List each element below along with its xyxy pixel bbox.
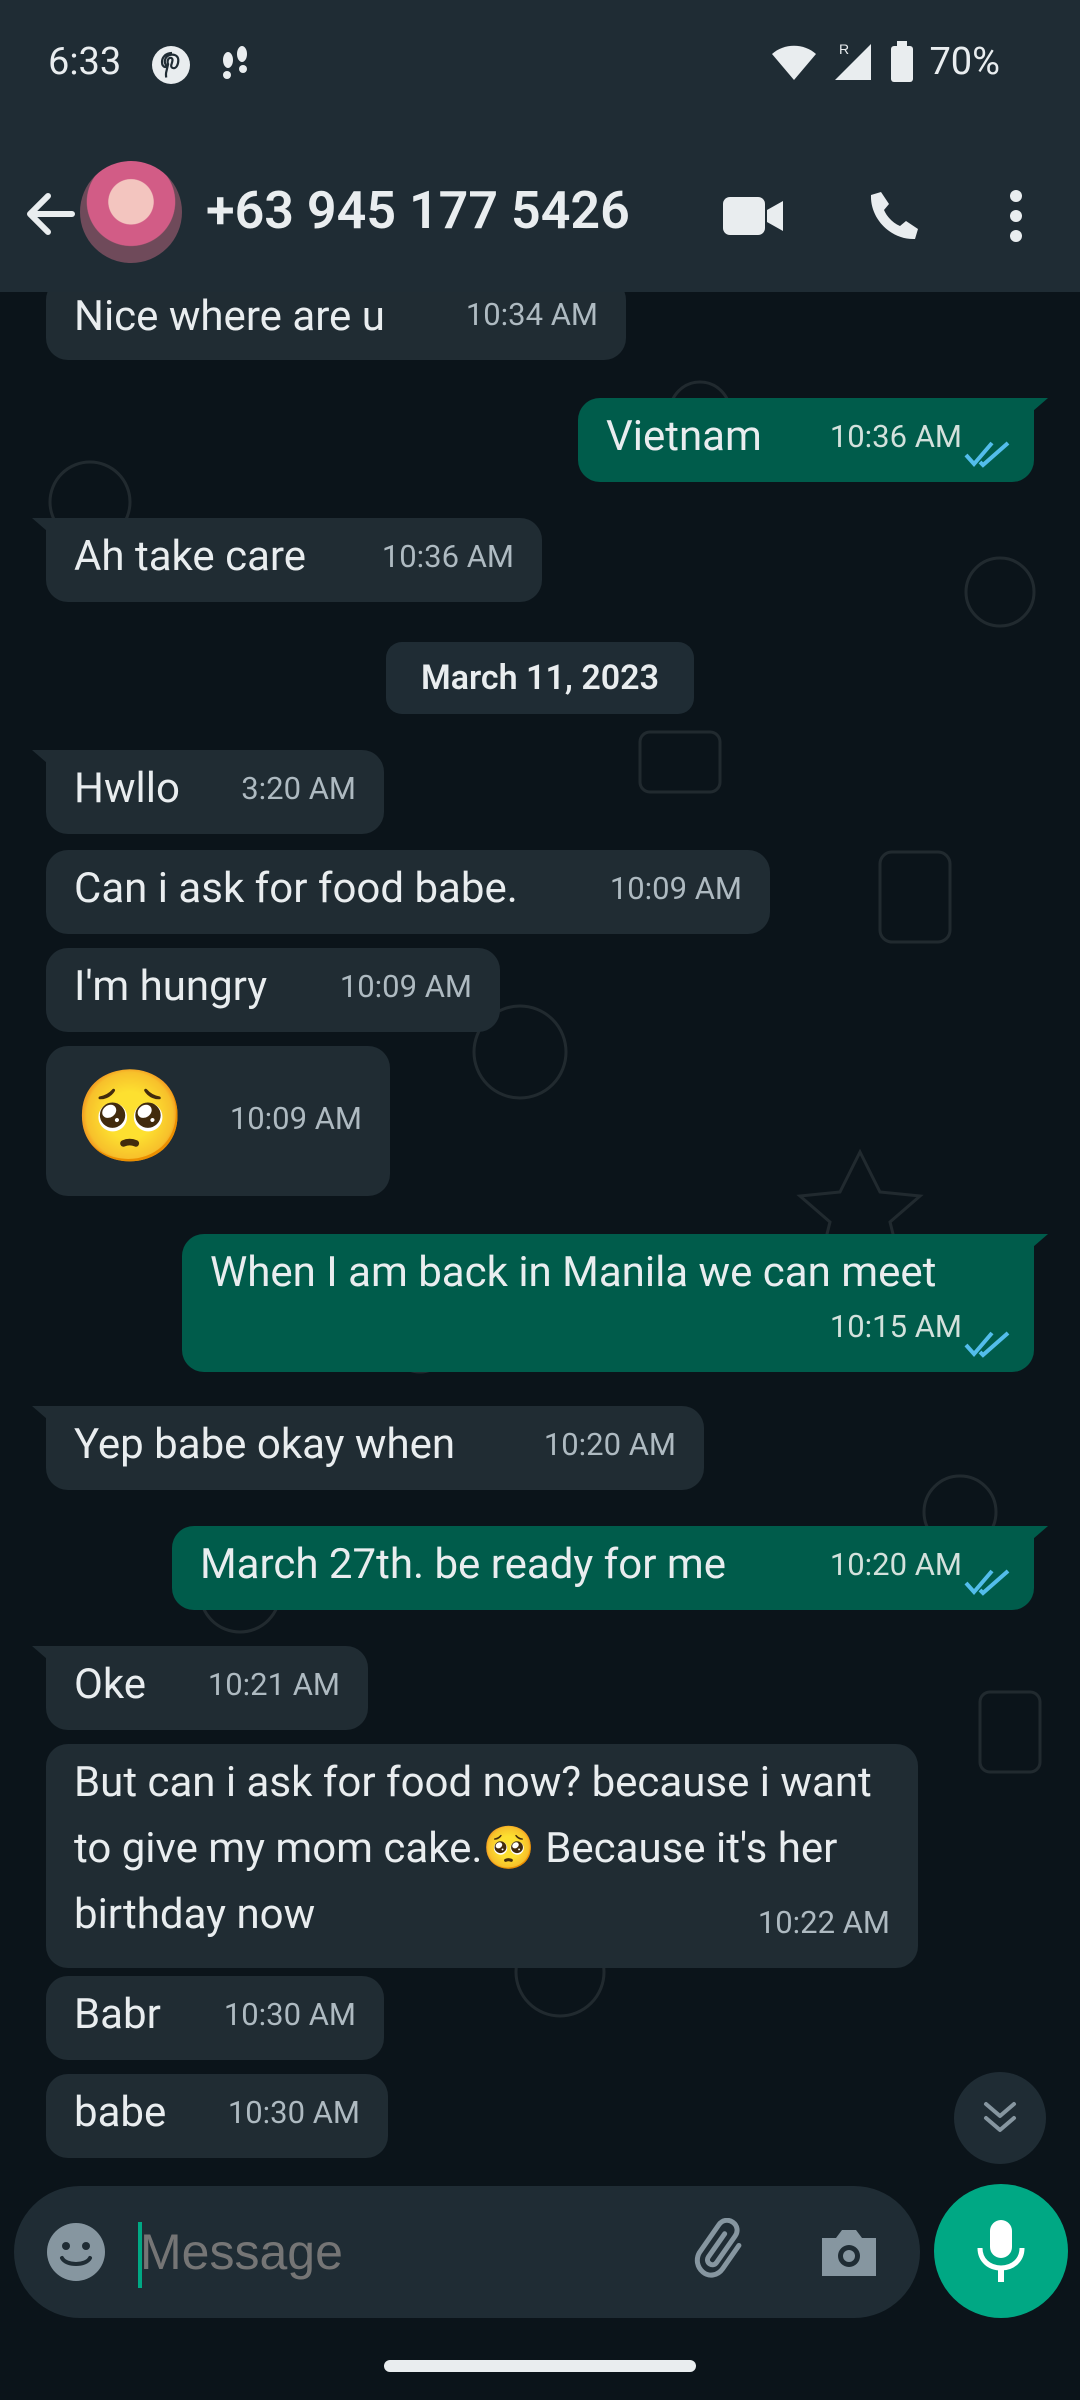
emoji-icon — [47, 2223, 105, 2281]
message-text: Yep babe okay when — [74, 1420, 456, 1469]
bubble-tail — [32, 1646, 62, 1672]
back-arrow-icon — [27, 193, 75, 235]
more-vert-icon — [1010, 190, 1022, 242]
date-separator: March 11, 2023 — [386, 642, 694, 714]
message-time: 10:09 AM — [609, 870, 742, 907]
message-incoming[interactable]: Can i ask for food babe. 10:09 AM — [46, 850, 770, 934]
notification-icons — [150, 44, 256, 86]
message-text: Hwllo — [74, 764, 180, 813]
message-text: Ah take care — [74, 532, 307, 581]
mic-icon — [977, 2220, 1025, 2282]
chat-header: +63 945 177 5426 — [0, 140, 1080, 292]
message-time: 10:21 AM — [207, 1666, 340, 1703]
voice-call-button[interactable] — [862, 184, 926, 248]
message-time: 10:09 AM — [339, 968, 472, 1005]
chat-area[interactable]: Nice where are u 10:34 AM Vietnam 10:36 … — [0, 292, 1080, 2177]
bubble-tail — [32, 1406, 62, 1432]
scroll-to-bottom-button[interactable] — [954, 2072, 1046, 2164]
message-text: March 27th. be ready for me — [200, 1540, 726, 1589]
message-text: When I am back in Manila we can meet — [210, 1248, 937, 1297]
double-chevron-down-icon — [984, 2102, 1016, 2132]
message-incoming[interactable]: babe 10:30 AM — [46, 2074, 388, 2158]
battery-percent: 70% — [929, 40, 1000, 84]
video-call-icon — [723, 197, 783, 235]
message-time: 10:09 AM — [229, 1100, 362, 1137]
message-input[interactable] — [140, 2212, 660, 2292]
message-time: 3:20 AM — [241, 770, 356, 807]
message-emoji: 🥺 — [74, 1064, 187, 1169]
contact-avatar[interactable] — [80, 161, 182, 263]
read-ticks-icon — [964, 1331, 1010, 1358]
message-time: 10:30 AM — [223, 1996, 356, 2033]
message-text: babe — [74, 2088, 167, 2137]
message-composer — [14, 2186, 920, 2318]
message-incoming[interactable]: Ah take care 10:36 AM — [32, 518, 542, 602]
camera-button[interactable] — [814, 2218, 884, 2288]
footprints-icon — [223, 46, 247, 79]
back-button[interactable] — [22, 186, 78, 242]
status-time: 6:33 — [48, 40, 122, 84]
attach-button[interactable] — [690, 2217, 760, 2288]
message-text: I'm hungry — [74, 962, 268, 1011]
voice-message-button[interactable] — [934, 2184, 1068, 2318]
read-ticks-icon — [964, 441, 1010, 468]
emoji-button[interactable] — [44, 2220, 108, 2284]
read-ticks-icon — [964, 1569, 1010, 1596]
status-right: R 70% — [771, 40, 1000, 84]
message-text: But can i ask for food now? because i wa… — [74, 1758, 872, 1939]
message-text: Can i ask for food babe. — [74, 864, 518, 913]
message-time: 10:30 AM — [227, 2094, 360, 2131]
message-incoming[interactable]: Hwllo 3:20 AM — [32, 750, 384, 834]
bubble-tail — [1018, 1234, 1048, 1260]
message-time: 10:36 AM — [381, 538, 514, 575]
message-incoming-emoji[interactable]: 🥺 10:09 AM — [46, 1046, 390, 1196]
message-incoming[interactable]: I'm hungry 10:09 AM — [46, 948, 500, 1032]
message-outgoing[interactable]: Vietnam 10:36 AM — [578, 398, 1048, 482]
pinterest-icon — [152, 46, 190, 84]
svg-text:R: R — [839, 41, 849, 57]
message-time: 10:36 AM — [829, 418, 962, 455]
message-time: 10:15 AM — [829, 1308, 962, 1345]
message-outgoing[interactable]: March 27th. be ready for me 10:20 AM — [172, 1526, 1048, 1610]
message-incoming[interactable]: Yep babe okay when 10:20 AM — [32, 1406, 704, 1490]
contact-name[interactable]: +63 945 177 5426 — [206, 180, 630, 241]
status-bar: 6:33 R 70% — [0, 0, 1080, 140]
battery-icon — [891, 41, 914, 82]
message-incoming[interactable]: But can i ask for food now? because i wa… — [46, 1744, 918, 1968]
message-incoming[interactable]: Nice where are u 10:34 AM — [46, 292, 626, 360]
message-time: 10:20 AM — [829, 1546, 962, 1583]
camera-icon — [822, 2230, 876, 2276]
video-call-button[interactable] — [722, 184, 786, 248]
message-incoming[interactable]: Babr 10:30 AM — [46, 1976, 384, 2060]
message-text: Nice where are u — [74, 292, 385, 341]
message-outgoing[interactable]: When I am back in Manila we can meet 10:… — [182, 1234, 1048, 1372]
message-text: Vietnam — [606, 412, 762, 461]
attach-icon — [694, 2217, 742, 2278]
phone-icon — [870, 192, 918, 240]
bubble-tail — [32, 518, 62, 544]
message-incoming[interactable]: Oke 10:21 AM — [32, 1646, 368, 1730]
home-gesture-pill[interactable] — [384, 2360, 696, 2372]
wifi-icon — [772, 45, 817, 80]
bubble-tail — [1018, 398, 1048, 424]
message-time: 10:20 AM — [543, 1426, 676, 1463]
more-options-button[interactable] — [984, 184, 1048, 248]
message-time: 10:34 AM — [465, 296, 598, 333]
message-time: 10:22 AM — [757, 1904, 890, 1941]
message-text: Babr — [74, 1990, 161, 2039]
bubble-tail — [1018, 1526, 1048, 1552]
message-text: Oke — [74, 1660, 147, 1709]
bubble-tail — [32, 750, 62, 776]
signal-icon: R — [835, 41, 872, 80]
